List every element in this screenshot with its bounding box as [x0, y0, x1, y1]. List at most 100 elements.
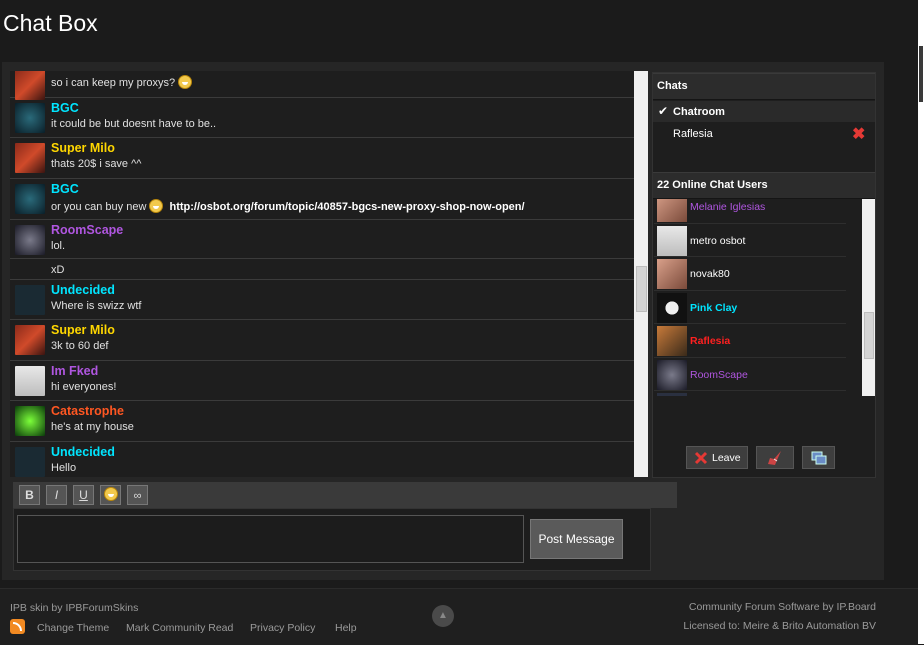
message-text: hi everyones! [51, 381, 117, 393]
tiger-avatar [657, 326, 687, 356]
change-theme-link[interactable]: Change Theme [37, 622, 109, 634]
undecided-avatar[interactable] [15, 285, 45, 315]
room-chatroom[interactable]: ✔ Chatroom [653, 101, 875, 122]
message-text: thats 20$ i save ^^ [51, 158, 142, 170]
editor-toolbar: B I U ∞ [13, 482, 677, 508]
message-row: so i can keep my proxys? [10, 71, 634, 100]
photo-avatar [657, 199, 687, 222]
link-button[interactable]: ∞ [127, 485, 148, 505]
message-text: he's at my house [51, 421, 134, 433]
privacy-policy-link[interactable]: Privacy Policy [250, 622, 315, 634]
message-row: Super Milo thats 20$ i save ^^ [10, 138, 634, 179]
bgc-avatar[interactable] [15, 103, 45, 133]
message-text: 3k to 60 def [51, 340, 109, 352]
message-input[interactable] [17, 515, 524, 563]
clear-chat-button[interactable] [756, 446, 794, 469]
online-user[interactable]: Pink Clay [654, 291, 846, 324]
back-to-top-icon[interactable]: ▲ [432, 605, 454, 627]
online-user-name: metro osbot [690, 234, 746, 247]
post-message-button[interactable]: Post Message [530, 519, 623, 559]
default-avatar [657, 225, 687, 256]
close-room-icon[interactable]: ✖ [852, 124, 865, 144]
message-text: lol. [51, 240, 66, 252]
message-row: Catastrophe he's at my house [10, 401, 634, 442]
page-title: Chat Box [3, 10, 98, 36]
online-user[interactable]: novak80 [654, 257, 846, 291]
message-text: Where is swizz wtf [51, 300, 142, 312]
smiley-icon [149, 199, 164, 213]
message-username[interactable]: BGC [51, 101, 79, 115]
popout-button[interactable] [802, 446, 835, 469]
online-user[interactable]: RoomScape [654, 358, 846, 391]
online-user-name: RoomScape [690, 368, 748, 381]
help-link[interactable]: Help [335, 622, 357, 634]
roomscape-avatar[interactable] [15, 225, 45, 255]
online-user-name: Raflesia [690, 335, 731, 347]
window-scrollbar[interactable] [918, 0, 924, 644]
close-icon [694, 451, 708, 465]
mark-community-read-link[interactable]: Mark Community Read [126, 622, 233, 634]
room-raflesia[interactable]: Raflesia ✖ [653, 123, 875, 144]
message-scrollbar-thumb[interactable] [636, 266, 647, 312]
message-text: it could be but doesnt have to be.. [51, 118, 217, 130]
bold-button[interactable]: B [19, 485, 40, 505]
italic-button[interactable]: I [46, 485, 67, 505]
chats-header-label: Chats [657, 80, 688, 92]
message-row: Im Fked hi everyones! [10, 361, 634, 401]
online-user-name: Pink Clay [690, 301, 738, 314]
message-text: so i can keep my proxys? [51, 75, 195, 89]
red-figure-avatar[interactable] [15, 325, 45, 355]
message-username[interactable]: RoomScape [51, 223, 123, 237]
window-scrollbar-thumb[interactable] [919, 46, 923, 102]
checkmark-icon: ✔ [658, 104, 669, 118]
message-username[interactable]: BGC [51, 182, 79, 196]
message-username[interactable]: Undecided [51, 283, 115, 297]
message-username[interactable]: Undecided [51, 445, 115, 459]
photo-avatar [657, 259, 687, 289]
catastrophe-avatar[interactable] [15, 406, 45, 436]
undecided-avatar[interactable] [15, 447, 45, 477]
default-avatar[interactable] [15, 366, 45, 396]
message-scrollbar[interactable] [634, 71, 648, 477]
message-text: Hello [51, 462, 77, 474]
leave-button[interactable]: Leave [686, 446, 748, 469]
message-link[interactable]: http://osbot.org/forum/topic/40857-bgcs-… [166, 201, 525, 213]
online-users-list: Melanie Iglesias metro osbot novak80 Pink C… [654, 199, 862, 396]
rss-icon[interactable] [10, 619, 25, 634]
bgc-avatar[interactable] [15, 184, 45, 214]
message-list: so i can keep my proxys? BGC it could be … [10, 71, 634, 477]
online-user-name: Melanie Iglesias [690, 201, 766, 213]
message-log: so i can keep my proxys? BGC it could be … [10, 71, 634, 477]
message-row: RoomScape lol. [10, 220, 634, 259]
red-figure-avatar[interactable] [15, 71, 45, 100]
online-users-label: 22 Online Chat Users [657, 179, 768, 191]
users-scrollbar[interactable] [862, 199, 875, 396]
users-scrollbar-thumb[interactable] [864, 312, 874, 359]
online-users-header: 22 Online Chat Users [653, 172, 875, 199]
chat-sidebar: Chats ✔ Chatroom Raflesia ✖ 22 Online Ch… [652, 72, 876, 478]
online-user[interactable]: Melanie Iglesias [654, 199, 846, 224]
message-row: BGC or you can buy new http://osbot.org/f… [10, 179, 634, 220]
message-row: Super Milo 3k to 60 def [10, 320, 634, 361]
message-text: xD [51, 264, 65, 276]
roomscape-avatar [657, 359, 687, 390]
room-name: Raflesia [673, 128, 713, 140]
link-icon: ∞ [133, 490, 142, 502]
message-username[interactable]: Super Milo [51, 323, 115, 337]
message-username[interactable]: Catastrophe [51, 404, 124, 418]
message-username[interactable]: Super Milo [51, 141, 115, 155]
message-row: Undecided Where is swizz wtf [10, 280, 634, 320]
emoticon-button[interactable] [100, 485, 121, 505]
online-user[interactable]: metro osbot [654, 224, 846, 257]
underline-button[interactable]: U [73, 485, 94, 505]
online-user[interactable] [654, 391, 846, 396]
message-username[interactable]: Im Fked [51, 364, 98, 378]
online-user[interactable]: Raflesia [654, 324, 846, 358]
window-icon [811, 451, 827, 465]
dark-avatar [657, 393, 687, 396]
message-row: BGC it could be but doesnt have to be.. [10, 98, 634, 138]
smiley-icon [178, 75, 193, 89]
skin-credit: IPB skin by IPBForumSkins [10, 602, 139, 614]
mask-avatar [657, 292, 687, 323]
red-figure-avatar[interactable] [15, 143, 45, 173]
